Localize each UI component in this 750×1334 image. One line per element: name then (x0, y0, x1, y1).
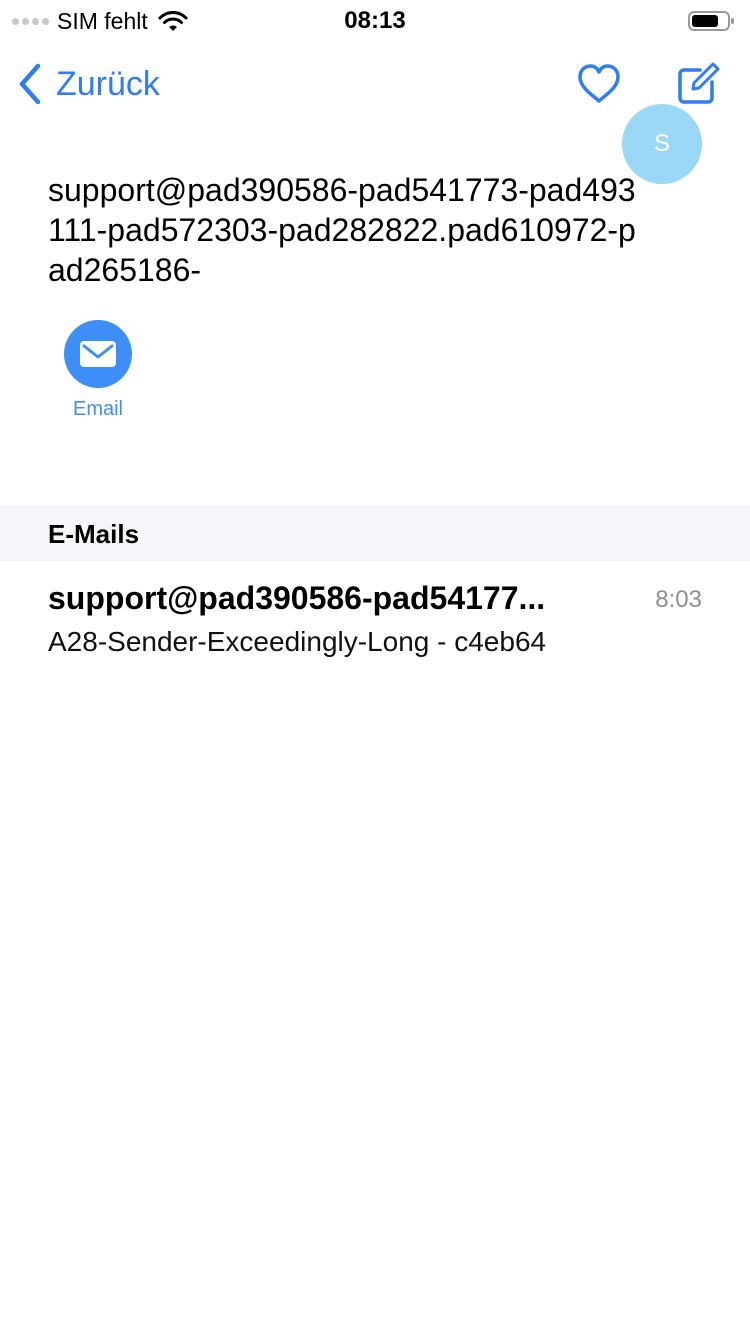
envelope-icon (80, 341, 116, 367)
navigation-bar: Zurück (0, 50, 750, 120)
back-button[interactable]: Zurück (16, 62, 160, 106)
mail-sender: support@pad390586-pad54177... (48, 580, 546, 616)
back-label: Zurück (56, 64, 160, 103)
heart-icon[interactable] (576, 62, 622, 106)
compose-icon[interactable] (676, 62, 720, 106)
email-action-label: Email (72, 398, 123, 420)
list-item[interactable]: support@pad390586-pad54177... 8:03 A28-S… (0, 562, 750, 672)
status-time: 08:13 (344, 7, 406, 34)
email-action-button[interactable]: Email (58, 320, 138, 421)
contact-name: support@pad390586-pad541773-pad493111-pa… (48, 172, 636, 288)
section-title: E-Mails (48, 519, 140, 549)
mail-subject: A28-Sender-Exceedingly-Long - c4eb64 (48, 626, 547, 657)
battery-icon (688, 11, 734, 31)
chevron-left-icon (19, 63, 41, 105)
mail-time: 8:03 (655, 586, 702, 613)
emails-section-header: E-Mails (0, 505, 750, 561)
email-action-circle (64, 320, 132, 388)
avatar-initial: S (653, 130, 670, 157)
status-bar: SIM fehlt 08:13 (0, 0, 750, 40)
